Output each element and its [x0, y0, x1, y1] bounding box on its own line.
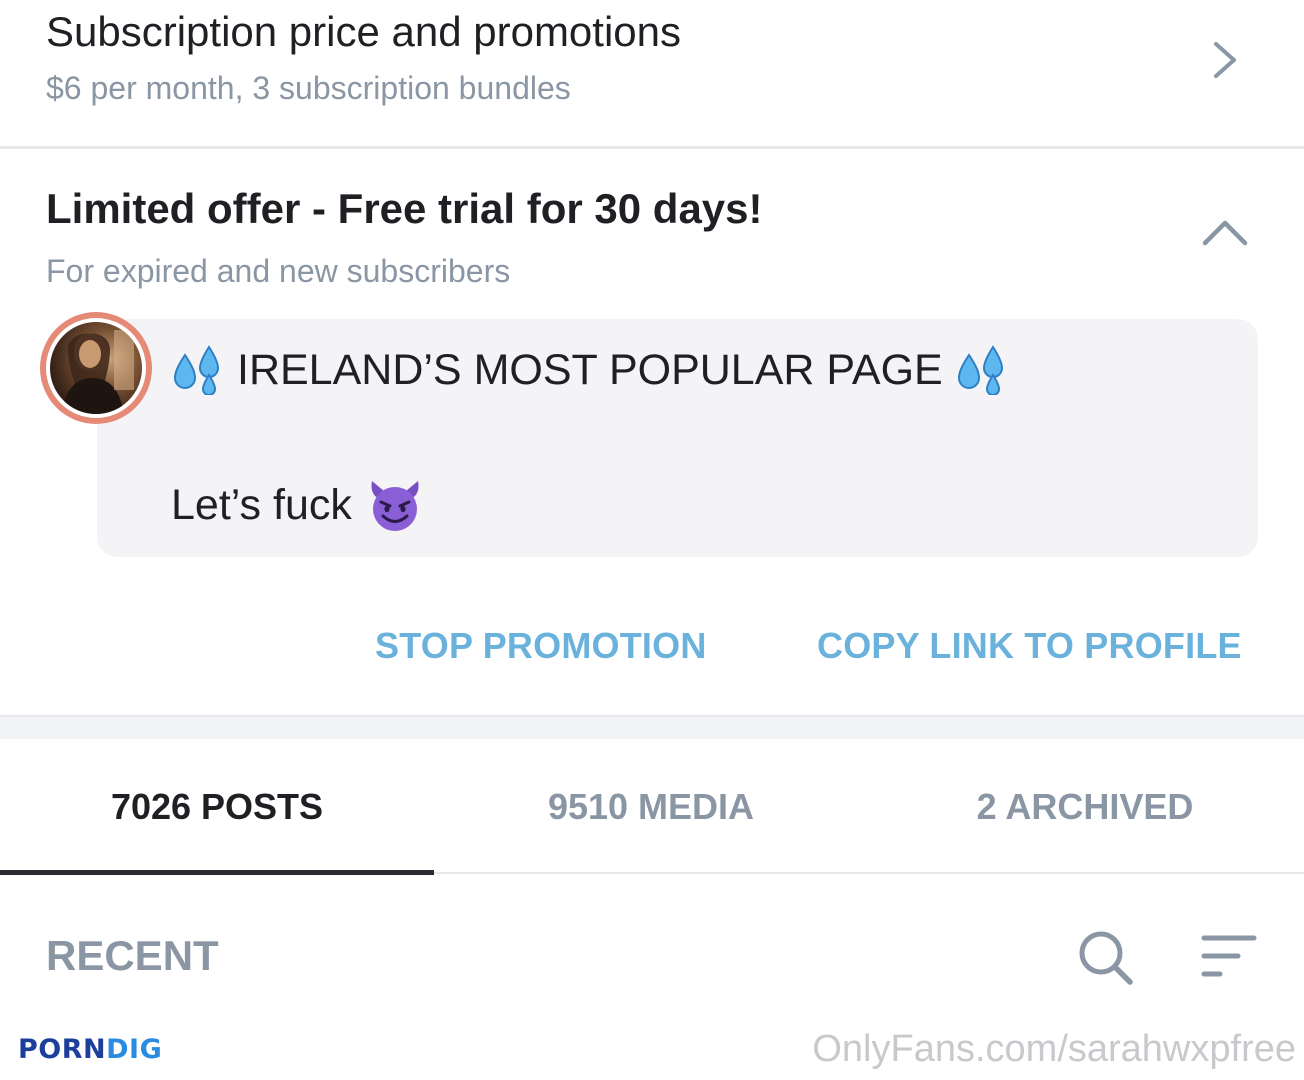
- subscription-title: Subscription price and promotions: [46, 8, 682, 55]
- search-icon[interactable]: [1076, 928, 1134, 986]
- avatar-figure-icon: [62, 330, 134, 414]
- watermark-dig-text: DIG: [106, 1034, 163, 1065]
- onlyfans-url-watermark: OnlyFans.com/sarahwxpfree: [812, 1028, 1296, 1070]
- profile-tabs: 7026 POSTS 9510 MEDIA 2 ARCHIVED: [0, 739, 1304, 875]
- tabs-divider: [434, 872, 1304, 874]
- avatar-photo: [50, 322, 142, 414]
- tab-posts[interactable]: 7026 POSTS: [0, 739, 434, 875]
- smiling-devil-icon: [371, 481, 419, 531]
- chevron-right-icon[interactable]: [1204, 40, 1244, 80]
- promotion-card: Limited offer - Free trial for 30 days! …: [0, 149, 1304, 715]
- promotion-subtitle: For expired and new subscribers: [46, 253, 511, 289]
- copy-link-button[interactable]: COPY LINK TO PROFILE: [817, 625, 1242, 667]
- subscription-price-row[interactable]: Subscription price and promotions $6 per…: [0, 0, 1304, 146]
- promotion-message-headline: IRELAND’S MOST POPULAR PAGE: [237, 345, 943, 394]
- sweat-droplets-icon: [173, 345, 220, 395]
- promotion-message-line2: Let’s fuck: [171, 477, 424, 533]
- porndig-watermark: PORNDIG: [18, 1034, 162, 1065]
- watermark-porn-text: PORN: [18, 1034, 107, 1065]
- sort-icon[interactable]: [1200, 932, 1258, 980]
- avatar[interactable]: [40, 312, 152, 424]
- tab-archived[interactable]: 2 ARCHIVED: [868, 739, 1302, 875]
- promotion-message-bubble: IRELAND’S MOST POPULAR PAGE Let’s fuck: [97, 319, 1258, 557]
- sweat-droplets-icon: [957, 345, 1003, 395]
- subscription-subtitle: $6 per month, 3 subscription bundles: [46, 70, 571, 106]
- promotion-message-line1: IRELAND’S MOST POPULAR PAGE: [171, 345, 1009, 395]
- active-tab-indicator: [0, 870, 434, 875]
- sort-label[interactable]: RECENT: [46, 932, 219, 980]
- chevron-up-icon[interactable]: [1200, 215, 1250, 249]
- tab-media[interactable]: 9510 MEDIA: [434, 739, 868, 875]
- promotion-title: Limited offer - Free trial for 30 days!: [46, 185, 763, 232]
- promotion-message-text: Let’s fuck: [171, 480, 352, 529]
- stop-promotion-button[interactable]: STOP PROMOTION: [375, 625, 707, 667]
- section-separator-band: [0, 715, 1304, 739]
